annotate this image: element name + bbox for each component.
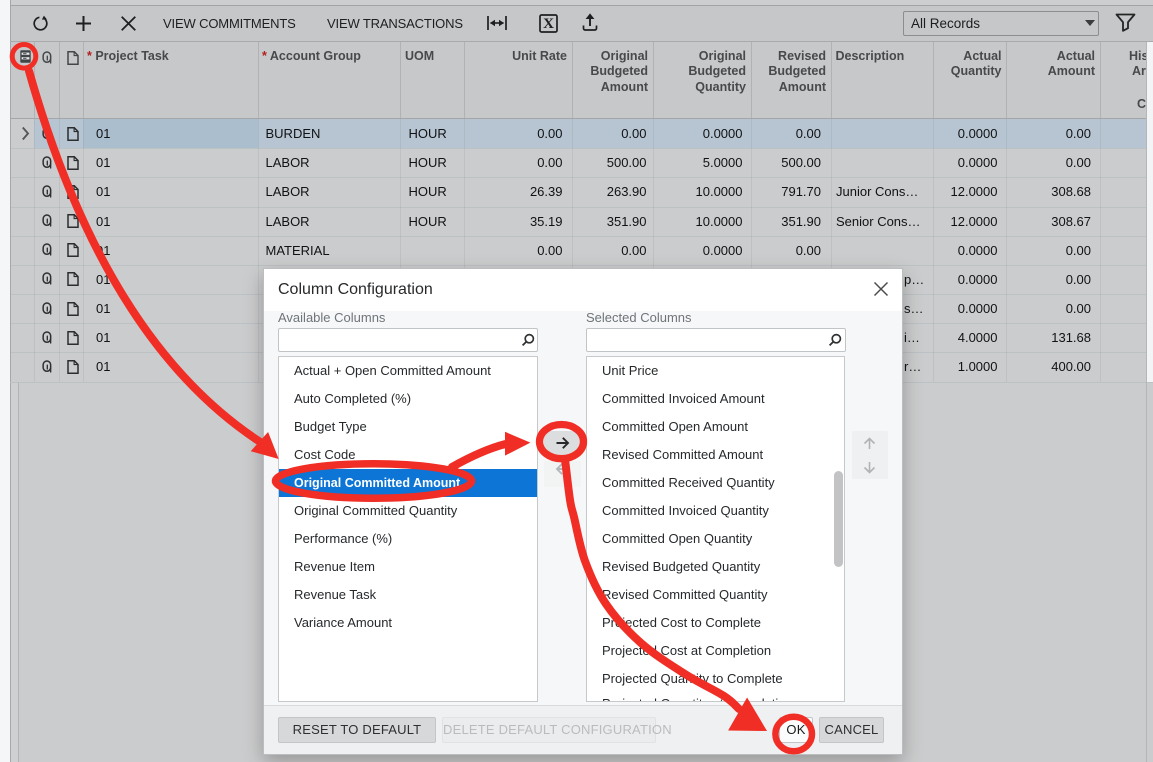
svg-text:X: X — [543, 16, 554, 32]
